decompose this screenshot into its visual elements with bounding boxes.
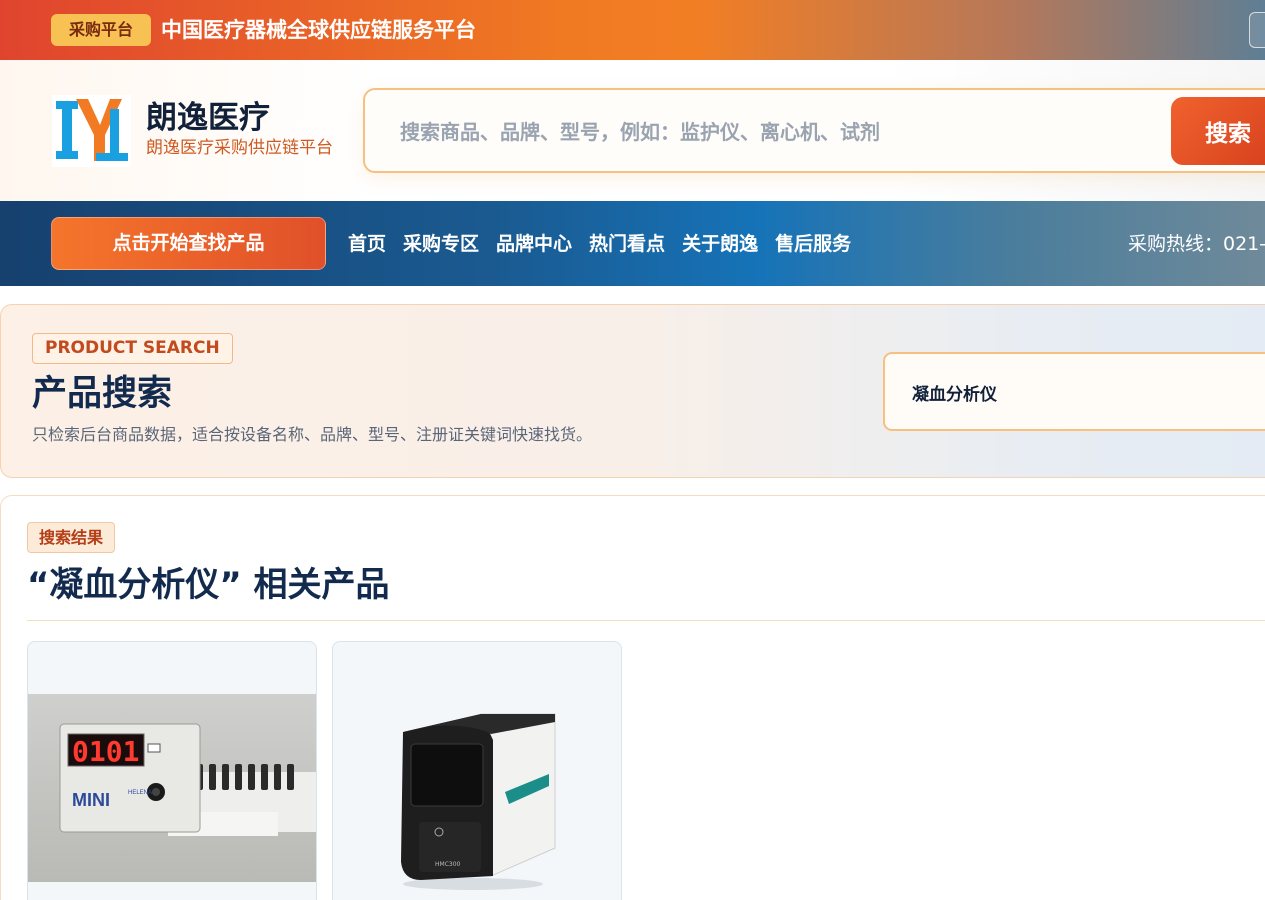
top-banner: 采购平台 中国医疗器械全球供应链服务平台 [0, 0, 1265, 60]
nav-item-after-sales[interactable]: 售后服务 [775, 231, 851, 257]
site-header: 朗逸医疗 朗逸医疗采购供应链平台 搜索 [0, 60, 1265, 201]
nav-item-about[interactable]: 关于朗逸 [682, 231, 758, 257]
purchase-hotline: 采购热线：021- [1128, 233, 1265, 255]
search-button[interactable]: 搜索 [1171, 97, 1265, 165]
product-image[interactable]: 0101 MINI HELENA [28, 694, 316, 882]
product-search-panel: PRODUCT SEARCH 产品搜索 只检索后台商品数据，适合按设备名称、品牌… [0, 304, 1265, 478]
led-reading: 0101 [72, 735, 139, 768]
nav-item-procurement[interactable]: 采购专区 [403, 231, 479, 257]
main-navigation: 点击开始查找产品 首页 采购专区 品牌中心 热门看点 关于朗逸 售后服务 采购热… [0, 201, 1265, 286]
brand-name: 朗逸医疗 [146, 100, 270, 136]
product-search-description: 只检索后台商品数据，适合按设备名称、品牌、型号、注册证关键词快速找货。 [32, 425, 593, 444]
results-title: “凝血分析仪” 相关产品 [27, 565, 390, 605]
search-results-section: 搜索结果 “凝血分析仪” 相关产品 0101 MINI HELENA HMC30… [0, 495, 1265, 900]
product-card[interactable]: HMC300 [332, 641, 622, 900]
top-right-button[interactable] [1249, 12, 1265, 48]
product-search-input[interactable] [912, 378, 1265, 406]
device-model-text: HMC300 [435, 861, 461, 868]
product-search-box [883, 352, 1265, 431]
global-search-input[interactable] [400, 112, 1160, 152]
product-search-title: 产品搜索 [32, 374, 173, 414]
device-brand-text: MINI [72, 790, 110, 810]
platform-slogan: 中国医疗器械全球供应链服务平台 [161, 18, 476, 42]
nav-links: 首页 采购专区 品牌中心 热门看点 关于朗逸 售后服务 [348, 231, 851, 257]
results-divider [27, 620, 1265, 621]
product-image[interactable]: HMC300 [333, 662, 621, 900]
brand-subtitle: 朗逸医疗采购供应链平台 [146, 138, 333, 158]
brand-logo[interactable] [52, 95, 131, 167]
nav-item-hot-topics[interactable]: 热门看点 [589, 231, 665, 257]
nav-item-home[interactable]: 首页 [348, 231, 386, 257]
platform-badge: 采购平台 [51, 14, 151, 46]
nav-item-brands[interactable]: 品牌中心 [496, 231, 572, 257]
results-tag: 搜索结果 [27, 522, 116, 553]
global-search-bar: 搜索 [363, 88, 1265, 173]
product-card[interactable]: 0101 MINI HELENA [27, 641, 317, 900]
find-products-button[interactable]: 点击开始查找产品 [51, 217, 326, 270]
device-maker-text: HELENA [128, 790, 152, 796]
product-search-tag: PRODUCT SEARCH [32, 333, 233, 364]
